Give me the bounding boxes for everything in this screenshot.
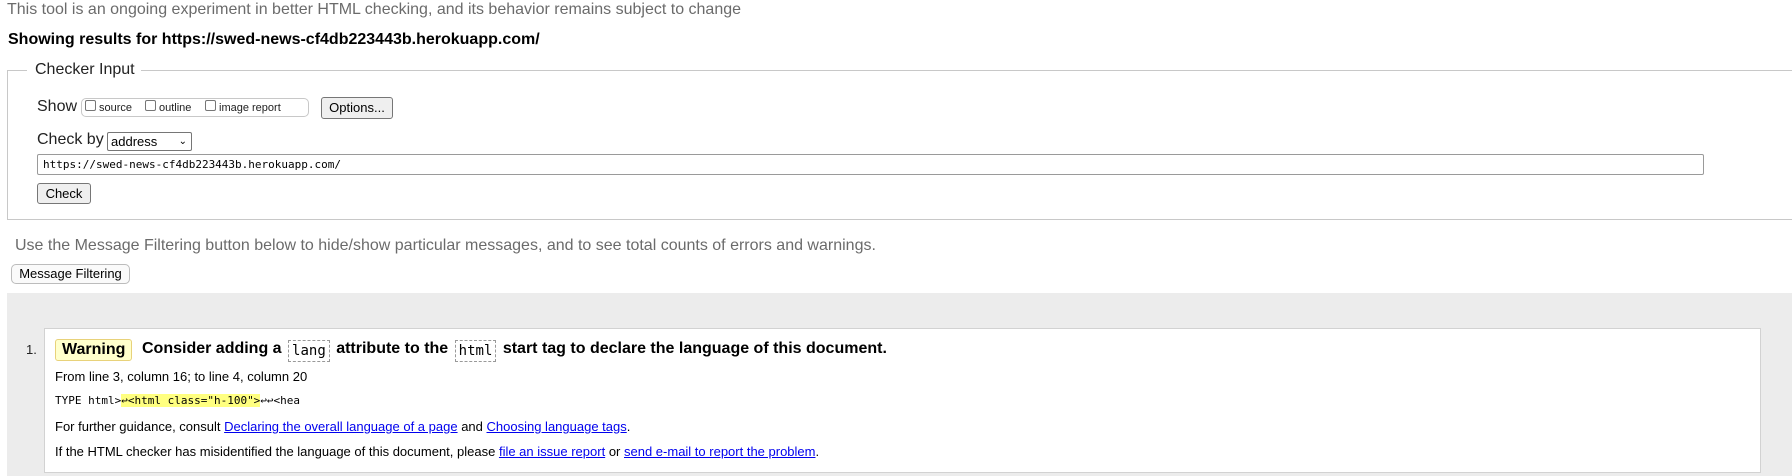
chevron-down-icon: ⌄	[178, 136, 187, 147]
warning-text-1: Consider adding a	[142, 340, 282, 357]
message-location: From line 3, column 16; to line 4, colum…	[55, 369, 308, 384]
checker-input-fieldset	[7, 70, 1792, 220]
options-button[interactable]: Options...	[321, 97, 393, 119]
outline-checkbox-label[interactable]: outline	[159, 102, 191, 114]
image-report-checkbox[interactable]	[205, 100, 216, 111]
outline-checkbox[interactable]	[145, 100, 156, 111]
image-report-checkbox-label[interactable]: image report	[219, 102, 281, 114]
checker-input-legend: Checker Input	[27, 61, 141, 79]
source-checkbox[interactable]	[85, 100, 96, 111]
extract-after: ↩↩<hea	[260, 394, 301, 407]
warning-text-3: start tag to declare the language of thi…	[502, 340, 887, 357]
warning-badge: Warning	[55, 339, 133, 361]
lang-code: lang	[288, 340, 330, 362]
extract-before: TYPE html>	[55, 394, 122, 407]
file-issue-report-link[interactable]: file an issue report	[499, 444, 605, 459]
misid-prefix: If the HTML checker has misidentified th…	[55, 444, 496, 459]
check-by-select[interactable]: address ⌄	[107, 132, 192, 151]
check-by-selected-value: address	[111, 134, 158, 149]
check-by-label: Check by	[37, 131, 104, 148]
results-heading: Showing results for https://swed-news-cf…	[8, 31, 540, 48]
guidance-and: and	[461, 419, 483, 434]
guidance-prefix: For further guidance, consult	[55, 419, 221, 434]
declaring-language-link[interactable]: Declaring the overall language of a page	[224, 419, 457, 434]
filter-note: Use the Message Filtering button below t…	[15, 237, 876, 254]
html-code: html	[454, 340, 497, 362]
message-filtering-button[interactable]: Message Filtering	[11, 264, 130, 284]
experiment-banner: This tool is an ongoing experiment in be…	[7, 1, 742, 18]
show-options-group: source outline image report	[81, 98, 309, 117]
send-email-report-link[interactable]: send e-mail to report the problem	[624, 444, 815, 459]
check-button[interactable]: Check	[37, 183, 91, 204]
source-checkbox-label[interactable]: source	[99, 102, 132, 114]
extract-highlight: ↩<html class="h-100">	[121, 394, 261, 407]
guidance-line: For further guidance, consult Declaring …	[55, 419, 630, 434]
message-number: 1.	[26, 342, 37, 357]
misid-end: .	[815, 444, 820, 459]
choosing-language-tags-link[interactable]: Choosing language tags	[487, 419, 627, 434]
misidentified-line: If the HTML checker has misidentified th…	[55, 444, 819, 459]
warning-text-2: attribute to the	[336, 340, 449, 357]
url-input[interactable]: https://swed-news-cf4db223443b.herokuapp…	[37, 154, 1704, 175]
show-label: Show	[37, 98, 78, 115]
source-extract: TYPE html>↩<html class="h-100">↩↩<hea	[55, 394, 300, 407]
warning-message: Consider adding a lang attribute to the …	[142, 339, 887, 362]
misid-or: or	[608, 444, 621, 459]
guidance-end: .	[626, 419, 631, 434]
